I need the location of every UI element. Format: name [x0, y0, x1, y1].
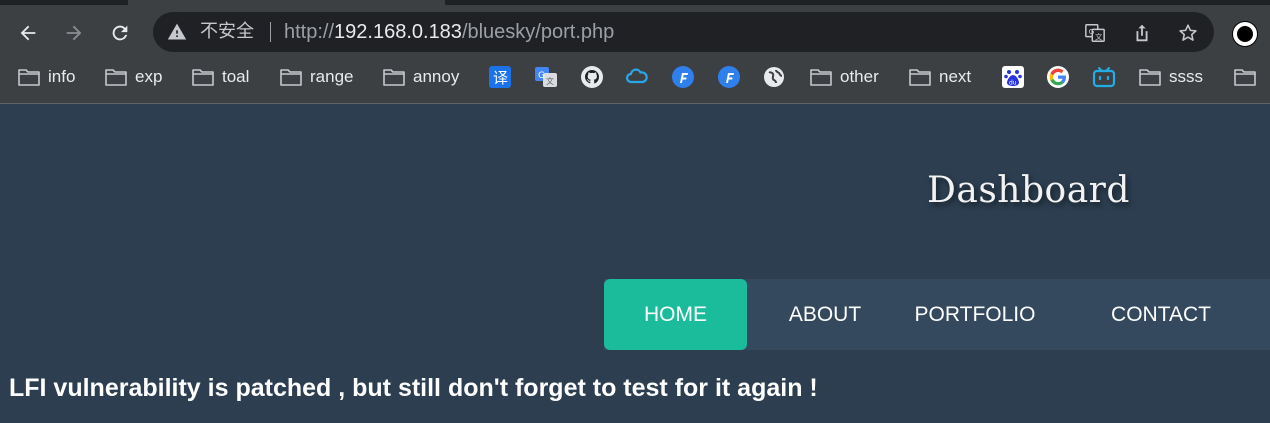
folder-icon: [280, 69, 302, 86]
svg-text:G: G: [1089, 27, 1095, 36]
bookmark-label: range: [310, 67, 354, 86]
url-text[interactable]: http://192.168.0.183/bluesky/port.php: [284, 20, 614, 44]
cloud-icon: [625, 68, 648, 84]
folder-icon: [810, 69, 832, 86]
security-label[interactable]: 不安全: [200, 21, 254, 43]
url-scheme: http://: [284, 21, 335, 43]
bookmark-globe[interactable]: [762, 59, 786, 95]
bookmark-folder-info[interactable]: info: [18, 59, 75, 95]
bookmark-folder-ssss[interactable]: ssss: [1139, 59, 1203, 95]
bookmark-folder-next[interactable]: next: [909, 59, 971, 95]
folder-icon: [1139, 69, 1161, 86]
url-host: 192.168.0.183: [334, 21, 462, 43]
translate-page-button[interactable]: G 文: [1083, 21, 1107, 45]
bookmark-label: info: [48, 67, 76, 86]
back-button[interactable]: [12, 17, 44, 49]
folder-icon: [909, 69, 931, 86]
address-divider: [270, 22, 271, 42]
page-content: Dashboard HOME ABOUT PORTFOLIO CONTACT L…: [0, 104, 1270, 423]
folder-icon: [105, 69, 127, 86]
bookmark-f-app[interactable]: [717, 59, 741, 95]
bookmark-f-app[interactable]: [671, 59, 695, 95]
globe-icon: [764, 67, 784, 87]
share-icon: [1136, 24, 1148, 42]
bookmark-folder-toal[interactable]: toal: [192, 59, 249, 95]
bookmark-folder-annoy[interactable]: annoy: [383, 59, 459, 95]
back-arrow-icon: [20, 25, 36, 41]
nav-home[interactable]: HOME: [604, 279, 747, 350]
svg-text:译: 译: [493, 69, 508, 87]
status-message: LFI vulnerability is patched , but still…: [9, 374, 818, 402]
share-button[interactable]: [1130, 21, 1154, 45]
bookmark-folder-exp[interactable]: exp: [105, 59, 162, 95]
bookmark-google[interactable]: [1046, 59, 1070, 95]
google-translate-icon: G文: [535, 67, 557, 87]
folder-icon: [1234, 69, 1256, 86]
bookmark-folder-range[interactable]: range: [280, 59, 353, 95]
bookmark-cloud[interactable]: [625, 59, 649, 95]
bookmark-star-button[interactable]: [1176, 21, 1200, 45]
baidu-icon: du: [1002, 66, 1024, 88]
google-icon: [1047, 66, 1069, 88]
nav-portfolio[interactable]: PORTFOLIO: [900, 279, 1050, 350]
bookmark-github[interactable]: [580, 59, 604, 95]
bookmarks-bar: info exp toal range annoy 译 G文 other nex…: [0, 59, 1270, 95]
browser-chrome: 不安全 http://192.168.0.183/bluesky/port.ph…: [0, 0, 1270, 104]
bilibili-icon: [1092, 67, 1116, 88]
profile-avatar[interactable]: [1233, 22, 1257, 46]
bookmark-label: exp: [135, 67, 163, 86]
bookmark-folder-other[interactable]: other: [810, 59, 879, 95]
bookmark-google-translate[interactable]: G文: [534, 59, 558, 95]
folder-icon: [18, 69, 40, 86]
address-bar[interactable]: 不安全 http://192.168.0.183/bluesky/port.ph…: [153, 12, 1214, 52]
github-icon: [581, 66, 603, 88]
warning-icon[interactable]: [167, 22, 187, 42]
site-title[interactable]: Dashboard: [927, 170, 1130, 211]
bookmark-bilibili[interactable]: [1092, 59, 1116, 95]
bookmark-label: next: [939, 67, 972, 86]
bookmark-label: annoy: [413, 67, 460, 86]
browser-toolbar: 不安全 http://192.168.0.183/bluesky/port.ph…: [0, 5, 1270, 59]
svg-text:G: G: [538, 71, 545, 81]
forward-button[interactable]: [58, 17, 90, 49]
folder-icon: [192, 69, 214, 86]
bookmark-folder-overflow[interactable]: [1234, 59, 1256, 95]
star-icon: [1179, 24, 1197, 41]
f-app-icon: [672, 66, 694, 88]
main-nav: HOME ABOUT PORTFOLIO CONTACT: [604, 279, 1270, 350]
svg-text:du: du: [1009, 80, 1017, 87]
bookmark-label: ssss: [1169, 67, 1203, 86]
f-app-icon: [718, 66, 740, 88]
translate-icon: 译: [489, 66, 511, 88]
nav-contact[interactable]: CONTACT: [1086, 279, 1236, 350]
forward-arrow-icon: [66, 25, 82, 41]
reload-button[interactable]: [104, 17, 136, 49]
svg-text:文: 文: [1095, 32, 1103, 41]
bookmark-translate[interactable]: 译: [488, 59, 512, 95]
folder-icon: [383, 69, 405, 86]
nav-about[interactable]: ABOUT: [770, 279, 880, 350]
bookmark-baidu[interactable]: du: [1001, 59, 1025, 95]
translate-page-icon: G 文: [1085, 24, 1105, 42]
url-path: /bluesky/port.php: [461, 21, 615, 43]
svg-text:文: 文: [546, 76, 554, 86]
reload-icon: [112, 25, 128, 41]
bookmark-label: other: [840, 67, 879, 86]
bookmark-label: toal: [222, 67, 250, 86]
